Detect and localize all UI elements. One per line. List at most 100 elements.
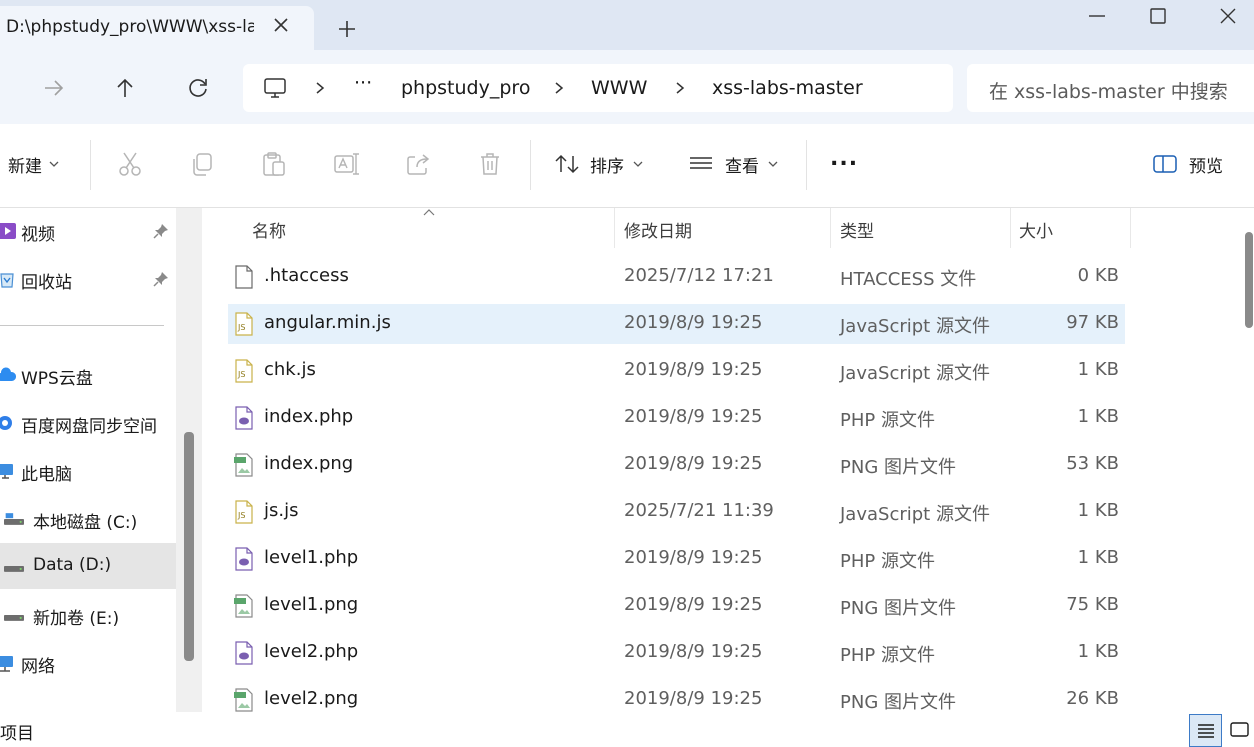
table-row[interactable]: index.png 2019/8/9 19:25 PNG 图片文件 53 KB xyxy=(228,445,1125,485)
preview-button[interactable]: 预览 xyxy=(1153,146,1223,182)
tab-title: D:\phpstudy_pro\WWW\xss-la xyxy=(6,17,254,37)
status-bar: 项目 xyxy=(0,712,1254,747)
paste-icon[interactable] xyxy=(260,150,288,178)
breadcrumb-xss-labs-master[interactable]: xss-labs-master xyxy=(712,77,863,99)
file-type: PHP 源文件 xyxy=(840,410,935,431)
file-size: 1 KB xyxy=(1077,641,1119,662)
js-file-icon: JS xyxy=(235,359,253,383)
file-type: PHP 源文件 xyxy=(840,551,935,572)
file-type: HTACCESS 文件 xyxy=(840,269,977,290)
pin-icon[interactable] xyxy=(152,270,170,288)
file-name: level2.php xyxy=(264,641,359,662)
table-row[interactable]: level2.png 2019/8/9 19:25 PNG 图片文件 26 KB xyxy=(228,680,1125,712)
file-modified-date: 2019/8/9 19:25 xyxy=(624,359,763,380)
file-modified-date: 2019/8/9 19:25 xyxy=(624,312,763,333)
file-list-scrollbar-thumb[interactable] xyxy=(1245,232,1253,328)
file-size: 26 KB xyxy=(1066,688,1119,709)
copy-icon[interactable] xyxy=(188,150,216,178)
chevron-right-icon[interactable] xyxy=(313,80,327,96)
view-button[interactable]: 查看 xyxy=(688,146,779,182)
title-bar: D:\phpstudy_pro\WWW\xss-la xyxy=(0,0,1254,50)
file-size: 97 KB xyxy=(1066,312,1119,333)
file-size: 75 KB xyxy=(1066,594,1119,615)
delete-icon[interactable] xyxy=(476,150,504,178)
search-input[interactable]: 在 xss-labs-master 中搜索 xyxy=(967,64,1254,112)
table-row[interactable]: level2.php 2019/8/9 19:25 PHP 源文件 1 KB xyxy=(228,633,1125,673)
file-name: level1.png xyxy=(264,594,359,615)
column-header-label: 修改日期 xyxy=(624,222,692,242)
maximize-icon[interactable] xyxy=(1138,2,1178,30)
file-modified-date: 2025/7/21 11:39 xyxy=(624,500,774,521)
new-label: 新建 xyxy=(8,156,42,177)
sidebar-item-recycle-bin[interactable]: 回收站 xyxy=(0,256,176,302)
table-row[interactable]: level1.png 2019/8/9 19:25 PNG 图片文件 75 KB xyxy=(228,586,1125,626)
breadcrumb-www[interactable]: WWW xyxy=(591,77,647,99)
file-modified-date: 2019/8/9 19:25 xyxy=(624,453,763,474)
toolbar-divider xyxy=(806,140,807,190)
file-type: JavaScript 源文件 xyxy=(840,316,990,337)
breadcrumb-more[interactable]: ··· xyxy=(354,72,372,94)
sort-button[interactable]: 排序 xyxy=(554,146,644,182)
php-file-icon xyxy=(235,406,253,430)
rename-icon[interactable] xyxy=(332,150,360,178)
more-options-button[interactable]: ... xyxy=(830,140,858,176)
table-row[interactable]: JS angular.min.js 2019/8/9 19:25 JavaScript… xyxy=(228,304,1125,344)
file-modified-date: 2019/8/9 19:25 xyxy=(624,406,763,427)
column-header-label: 类型 xyxy=(840,222,874,242)
table-row[interactable]: .htaccess 2025/7/12 17:21 HTACCESS 文件 0 KB xyxy=(228,257,1125,297)
close-icon[interactable] xyxy=(270,14,292,36)
forward-arrow-icon[interactable] xyxy=(40,74,68,102)
sort-arrows-icon xyxy=(555,154,579,174)
file-modified-date: 2019/8/9 19:25 xyxy=(624,547,763,568)
sidebar-item-videos[interactable]: 视频 xyxy=(0,208,176,254)
details-view-icon xyxy=(1198,724,1214,738)
refresh-icon[interactable] xyxy=(184,74,212,102)
png-image-file-icon xyxy=(234,453,253,477)
file-size: 0 KB xyxy=(1077,265,1119,286)
window-close-icon[interactable] xyxy=(1208,2,1248,30)
table-row[interactable]: JS chk.js 2019/8/9 19:25 JavaScript 源文件 1 KB xyxy=(228,351,1125,391)
table-row[interactable]: level1.php 2019/8/9 19:25 PHP 源文件 1 KB xyxy=(228,539,1125,579)
table-row[interactable]: index.php 2019/8/9 19:25 PHP 源文件 1 KB xyxy=(228,398,1125,438)
php-file-icon xyxy=(235,547,253,571)
thumbnail-view-button[interactable] xyxy=(1224,714,1254,747)
chevron-down-icon xyxy=(49,161,59,167)
chevron-down-icon xyxy=(633,161,643,167)
address-bar[interactable]: ··· phpstudy_pro WWW xss-labs-master xyxy=(243,64,953,112)
cut-icon[interactable] xyxy=(116,150,144,178)
view-lines-icon xyxy=(690,157,712,169)
up-arrow-icon[interactable] xyxy=(111,74,139,102)
sidebar-scrollbar-thumb[interactable] xyxy=(184,432,194,661)
minimize-icon[interactable] xyxy=(1077,2,1117,30)
tab-current[interactable]: D:\phpstudy_pro\WWW\xss-la xyxy=(0,6,314,50)
table-row[interactable]: JS js.js 2025/7/21 11:39 JavaScript 源文件 1 KB xyxy=(228,492,1125,532)
file-type: PNG 图片文件 xyxy=(840,692,956,712)
share-icon[interactable] xyxy=(404,150,432,178)
drive-icon xyxy=(4,566,24,572)
new-button[interactable]: 新建 xyxy=(8,146,60,182)
chevron-right-icon[interactable] xyxy=(552,80,566,96)
file-size: 1 KB xyxy=(1077,547,1119,568)
file-type: PNG 图片文件 xyxy=(840,598,956,619)
details-view-button[interactable] xyxy=(1189,714,1222,747)
file-type: PHP 源文件 xyxy=(840,645,935,666)
pin-icon[interactable] xyxy=(152,222,170,240)
computer-icon xyxy=(0,464,13,479)
toolbar-divider xyxy=(530,140,531,190)
column-divider[interactable] xyxy=(1130,208,1131,248)
sidebar-item-this-pc[interactable]: 此电脑 xyxy=(0,448,176,494)
sidebar-item-drive-d[interactable]: Data (D:) xyxy=(0,543,176,589)
column-header-size[interactable]: 大小 xyxy=(1011,208,1130,248)
column-header-name[interactable]: 名称 xyxy=(228,208,614,248)
sidebar-item-baidu-netdisk[interactable]: 百度网盘同步空间 xyxy=(0,400,176,446)
column-header-type[interactable]: 类型 xyxy=(831,208,1010,248)
file-type: JavaScript 源文件 xyxy=(840,363,990,384)
sidebar-item-drive-c[interactable]: 本地磁盘 (C:) xyxy=(0,496,176,542)
new-tab-plus-icon[interactable] xyxy=(334,16,360,42)
column-header-date[interactable]: 修改日期 xyxy=(615,208,830,248)
breadcrumb-phpstudy-pro[interactable]: phpstudy_pro xyxy=(401,77,530,99)
sidebar-item-network[interactable]: 网络 xyxy=(0,640,176,686)
sidebar-item-drive-e[interactable]: 新加卷 (E:) xyxy=(0,592,176,638)
chevron-right-icon[interactable] xyxy=(673,80,687,96)
sidebar-item-wps-cloud[interactable]: WPS云盘 xyxy=(0,352,176,398)
